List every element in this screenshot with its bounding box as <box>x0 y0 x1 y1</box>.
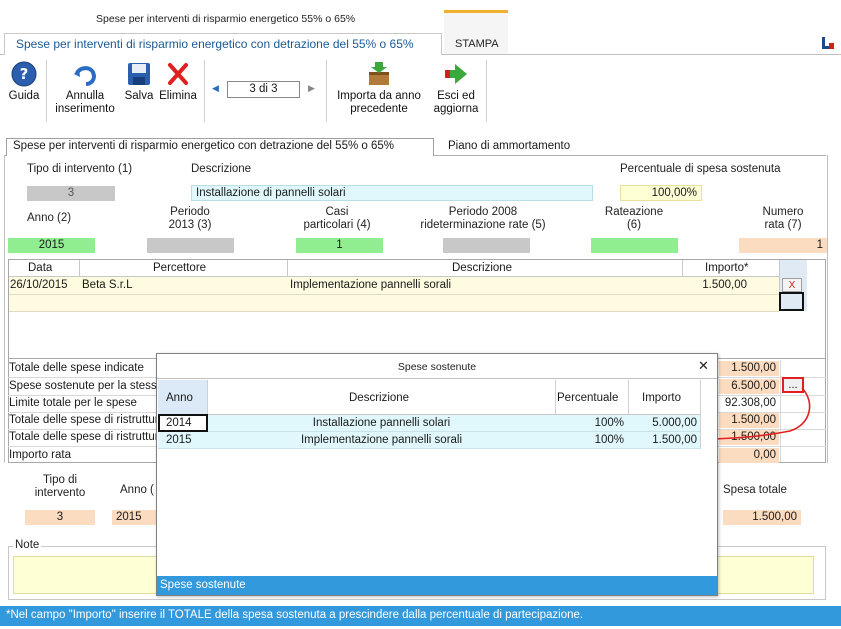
main-tab-label: Spese per interventi di risparmio energe… <box>16 37 414 51</box>
bottom-tipo-field: 3 <box>25 510 95 525</box>
dialog-header-anno: Anno <box>166 392 193 404</box>
stampa-tab-label: STAMPA <box>455 38 499 50</box>
toolbar-separator <box>204 60 205 122</box>
undo-icon <box>74 66 97 86</box>
importo-rata-label: Importo rata <box>9 449 71 461</box>
totale-spese-indicate-label: Totale delle spese indicate <box>9 362 144 374</box>
dialog-row-descrizione[interactable]: Installazione pannelli solari <box>208 415 555 431</box>
totale-spese-indicate-value: 1.500,00 <box>719 361 779 376</box>
table-row-empty[interactable] <box>9 295 779 312</box>
percentuale-label: Percentuale di spesa sostenuta <box>620 163 781 175</box>
grid-selected-cell[interactable] <box>779 292 804 311</box>
periodo-2008-label: Periodo 2008 rideterminazione rate (5) <box>420 206 546 231</box>
anno-field[interactable]: 2015 <box>8 238 95 253</box>
prev-record-icon[interactable]: ◀ <box>212 83 219 94</box>
app-logo-icon <box>822 37 834 49</box>
next-record-icon[interactable]: ▶ <box>308 83 315 94</box>
rateazione-label: Rateazione (6) <box>604 206 664 231</box>
percentuale-field[interactable]: 100,00% <box>620 185 702 201</box>
periodo-2008-field[interactable] <box>443 238 530 253</box>
grid-header-descrizione: Descrizione <box>452 262 513 274</box>
toolbar-separator <box>486 60 487 122</box>
note-label: Note <box>13 539 42 551</box>
grid-header-importo: Importo* <box>705 262 749 274</box>
annulla-inserimento-button[interactable]: Annulla inserimento <box>52 60 118 116</box>
row-delete-button[interactable]: X <box>782 278 802 292</box>
spesa-totale-label: Spesa totale <box>723 484 787 496</box>
elimina-button[interactable]: Elimina <box>158 60 198 103</box>
row-descrizione-cell[interactable]: Implementazione pannelli sorali <box>290 279 451 291</box>
dialog-row-anno[interactable]: 2014 <box>166 415 192 431</box>
dialog-header-importo: Importo <box>642 392 681 404</box>
bottom-tipo-intervento-label: Tipo di intervento <box>34 474 86 499</box>
tipo-intervento-field[interactable]: 3 <box>27 186 115 201</box>
status-bar-text: *Nel campo "Importo" inserire il TOTALE … <box>6 609 584 621</box>
esci-aggiorna-button[interactable]: Esci ed aggiorna <box>430 60 482 116</box>
annotation-arrow <box>707 387 811 443</box>
descrizione-label: Descrizione <box>191 163 252 175</box>
guida-button[interactable]: ? Guida <box>6 60 42 103</box>
subtab-piano-ammortamento[interactable]: Piano di ammortamento <box>448 140 570 152</box>
spesa-totale-field: 1.500,00 <box>723 510 801 525</box>
spese-sostenute-stessa-label: Spese sostenute per la stessa <box>9 380 159 392</box>
dialog-title: Spese sostenute <box>397 361 477 373</box>
totale-ristrutturazione-2-label: Totale delle spese di ristrutturazione <box>9 431 159 443</box>
help-icon: ? <box>11 61 37 87</box>
row-percettore-cell[interactable]: Beta S.r.L <box>82 279 133 291</box>
row-importo-cell[interactable]: 1.500,00 <box>683 279 747 291</box>
grid-header-data: Data <box>28 262 53 274</box>
numero-rata-label: Numero rata (7) <box>762 206 804 231</box>
limite-totale-label: Limite totale per le spese <box>9 397 137 409</box>
dialog-row-importo[interactable]: 1.500,00 <box>629 432 697 448</box>
dialog-header-descrizione: Descrizione <box>349 392 410 404</box>
dialog-header-percentuale: Percentuale <box>557 392 619 404</box>
bottom-anno-label: Anno ( <box>120 484 154 496</box>
casi-particolari-field[interactable]: 1 <box>296 238 383 253</box>
exit-arrow-icon <box>445 64 467 84</box>
dialog-right-column <box>700 380 717 449</box>
window-title: Spese per interventi di risparmio energe… <box>96 13 356 25</box>
toolbar-separator <box>46 60 47 122</box>
dialog-footer-text: Spese sostenute <box>160 579 246 591</box>
descrizione-field[interactable]: Installazione di pannelli solari <box>191 185 593 201</box>
dialog-close-button[interactable]: ✕ <box>698 358 709 374</box>
periodo-2013-field[interactable] <box>147 238 234 253</box>
import-box-icon <box>369 62 389 85</box>
salva-button[interactable]: Salva <box>122 60 156 103</box>
dialog-row-descrizione[interactable]: Implementazione pannelli sorali <box>208 432 555 448</box>
importa-anno-precedente-button[interactable]: Importa da anno precedente <box>330 60 428 116</box>
delete-x-icon <box>168 63 188 85</box>
dialog-grid <box>157 379 717 576</box>
dialog-row-importo[interactable]: 5.000,00 <box>629 415 697 431</box>
totale-ristrutturazione-label: Totale delle spese di ristrutturazione <box>9 414 159 426</box>
record-navigator[interactable]: 3 di 3 <box>227 81 300 98</box>
save-icon <box>128 63 150 85</box>
casi-particolari-label: Casi particolari (4) <box>303 206 371 231</box>
grid-header-row <box>9 260 807 277</box>
bottom-anno-field: 2015 <box>112 510 158 525</box>
rateazione-field[interactable] <box>591 238 678 253</box>
numero-rata-field[interactable]: 1 <box>739 238 827 253</box>
tipo-intervento-label: Tipo di intervento (1) <box>27 163 133 175</box>
row-data-cell[interactable]: 26/10/2015 <box>10 279 68 291</box>
subtab-spese-label: Spese per interventi di risparmio energe… <box>13 140 394 152</box>
dialog-row-percentuale[interactable]: 100% <box>556 415 624 431</box>
anno-label: Anno (2) <box>27 212 72 224</box>
dialog-row-anno[interactable]: 2015 <box>166 432 192 448</box>
importo-rata-value: 0,00 <box>719 448 779 463</box>
toolbar-separator <box>326 60 327 122</box>
grid-header-percettore: Percettore <box>153 262 207 274</box>
svg-text:?: ? <box>20 65 29 83</box>
dialog-row-percentuale[interactable]: 100% <box>556 432 624 448</box>
periodo-2013-label: Periodo 2013 (3) <box>168 206 212 231</box>
